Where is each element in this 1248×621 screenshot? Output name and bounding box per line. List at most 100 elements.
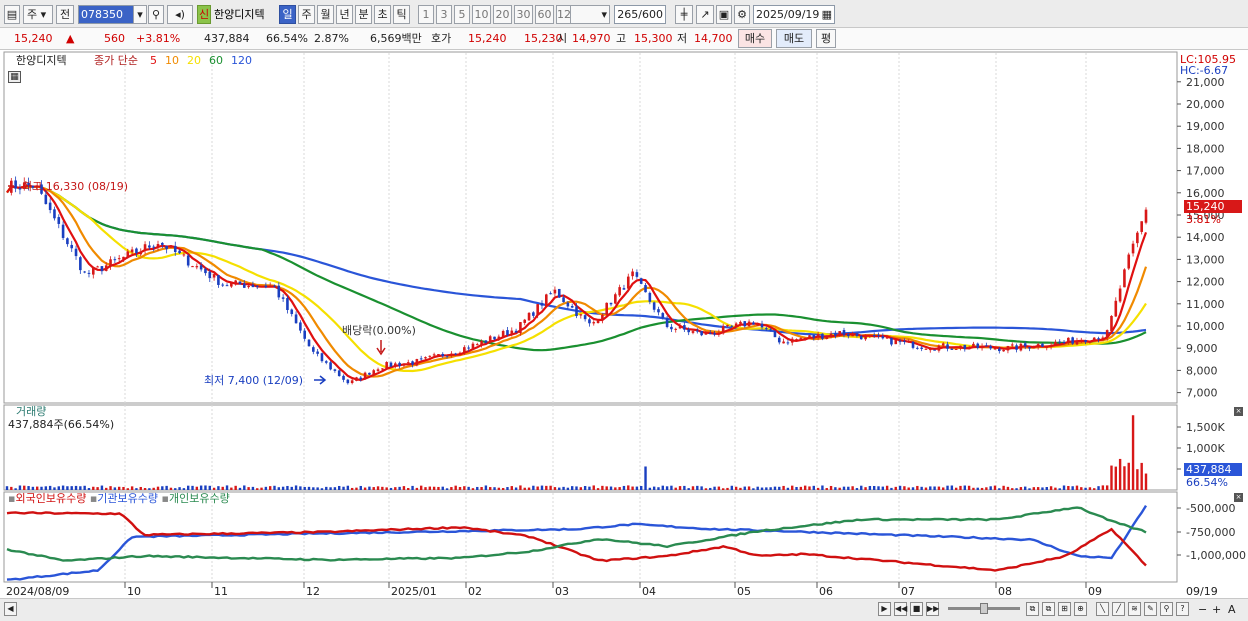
sell-button[interactable]: 매도 bbox=[776, 29, 812, 48]
prev-button[interactable]: 전 bbox=[56, 5, 74, 24]
candle-body bbox=[842, 330, 846, 335]
interval-60-button[interactable]: 60 bbox=[535, 5, 554, 24]
drawing-tool-icon[interactable]: ↗ bbox=[696, 5, 714, 24]
volume-bar bbox=[48, 485, 52, 490]
candle-body bbox=[506, 330, 509, 336]
volume-bar bbox=[721, 488, 725, 490]
candle-body bbox=[527, 312, 531, 321]
stock-code-input[interactable]: 078350 bbox=[78, 5, 136, 24]
volume-bar bbox=[143, 488, 147, 490]
zoom-slider-handle[interactable] bbox=[980, 603, 988, 614]
average-button[interactable]: 평 bbox=[816, 29, 836, 48]
period-type-select[interactable]: 주 ▾ bbox=[23, 5, 53, 24]
interval-20-button[interactable]: 20 bbox=[493, 5, 512, 24]
volume-bar bbox=[1123, 466, 1126, 490]
overlay-icon[interactable]: ⧉ bbox=[1042, 602, 1055, 616]
info-icon[interactable]: ? bbox=[1176, 602, 1189, 616]
save-icon[interactable]: ▣ bbox=[716, 5, 732, 24]
volume-bar bbox=[937, 486, 941, 490]
period-3-button[interactable]: 년 bbox=[336, 5, 353, 24]
volume-bar bbox=[251, 486, 255, 490]
candle-body bbox=[303, 330, 306, 339]
candle-body bbox=[609, 302, 613, 305]
interval-1-button[interactable]: 1 bbox=[418, 5, 434, 24]
search-icon[interactable]: ⚲ bbox=[148, 5, 164, 24]
volume-bar bbox=[165, 485, 168, 490]
volume-bar bbox=[1023, 486, 1027, 490]
volume-bar bbox=[1105, 485, 1109, 490]
rewind-icon[interactable]: ◀◀ bbox=[894, 602, 907, 616]
stop-icon[interactable]: ■ bbox=[910, 602, 923, 616]
candle-type-icon[interactable]: ╪ bbox=[675, 5, 693, 24]
calendar-icon[interactable]: ▦ bbox=[822, 6, 832, 23]
period-5-button[interactable]: 초 bbox=[374, 5, 391, 24]
code-dropdown-icon[interactable]: ▾ bbox=[133, 5, 147, 24]
volume-bar bbox=[1093, 488, 1096, 490]
interval-3-button[interactable]: 3 bbox=[436, 5, 452, 24]
candle-body bbox=[355, 377, 358, 381]
volume-bar bbox=[458, 486, 462, 490]
data-count-field[interactable]: 265/600 bbox=[614, 5, 666, 24]
candle-body bbox=[933, 349, 936, 351]
x-axis-last-date: 09/19 bbox=[1186, 585, 1218, 598]
volume-bar bbox=[752, 488, 755, 490]
volume-bar bbox=[312, 487, 315, 490]
volume-bar bbox=[14, 488, 17, 490]
candle-body bbox=[803, 337, 807, 340]
edit-tool-icon[interactable]: ✎ bbox=[1144, 602, 1157, 616]
period-2-button[interactable]: 월 bbox=[317, 5, 334, 24]
candle-body bbox=[786, 342, 790, 344]
fit-icon[interactable]: ⊞ bbox=[1058, 602, 1071, 616]
candle-body bbox=[596, 320, 600, 323]
candle-body bbox=[83, 271, 86, 273]
y-tick-label: 8,000 bbox=[1186, 364, 1218, 377]
crosshair-icon[interactable]: ⊕ bbox=[1074, 602, 1087, 616]
fib-tool-icon[interactable]: ≋ bbox=[1128, 602, 1141, 616]
gear-icon[interactable]: ⚙ bbox=[734, 5, 750, 24]
scroll-left-icon[interactable]: ◀ bbox=[4, 602, 17, 616]
layout-icon[interactable]: ⧉ bbox=[1026, 602, 1039, 616]
font-size-icon[interactable]: A bbox=[1228, 603, 1236, 616]
volume-bar bbox=[264, 486, 268, 490]
candle-body bbox=[1114, 300, 1118, 317]
period-1-button[interactable]: 주 bbox=[298, 5, 315, 24]
volume-bar bbox=[1136, 469, 1139, 490]
candle-body bbox=[385, 362, 388, 369]
search-icon[interactable]: ⚲ bbox=[1160, 602, 1173, 616]
candle-body bbox=[186, 255, 190, 266]
close-icon[interactable]: × bbox=[1234, 493, 1243, 502]
ma-60-legend: 60 bbox=[209, 54, 223, 67]
zoom-in-icon[interactable]: + bbox=[1212, 603, 1221, 616]
candle-body bbox=[1105, 330, 1109, 338]
x-tick-label: 04 bbox=[642, 585, 656, 598]
scroll-right-icon[interactable]: ▶ bbox=[878, 602, 891, 616]
data-table-icon[interactable]: ▦ bbox=[8, 71, 21, 83]
chart-area[interactable]: 21,00020,00019,00018,00017,00016,00015,0… bbox=[0, 50, 1248, 598]
candle-body bbox=[113, 259, 117, 261]
period-0-button[interactable]: 일 bbox=[279, 5, 296, 24]
candle-body bbox=[1084, 340, 1087, 343]
close-icon[interactable]: × bbox=[1234, 407, 1243, 416]
candle-body bbox=[985, 345, 988, 347]
volume-bar bbox=[954, 487, 958, 490]
volume-bar bbox=[450, 487, 453, 490]
buy-button[interactable]: 매수 bbox=[738, 29, 772, 48]
date-field[interactable]: 2025/09/19 ▦ bbox=[753, 5, 835, 24]
volume-bar bbox=[346, 485, 350, 490]
trend-tool-icon[interactable]: ╱ bbox=[1112, 602, 1125, 616]
period-6-button[interactable]: 틱 bbox=[393, 5, 410, 24]
volume-bar bbox=[338, 485, 341, 490]
volume-bar bbox=[83, 485, 86, 490]
candle-body bbox=[1002, 349, 1005, 352]
period-4-button[interactable]: 분 bbox=[355, 5, 372, 24]
fast-forward-icon[interactable]: ▶▶ bbox=[926, 602, 939, 616]
interval-10-button[interactable]: 10 bbox=[472, 5, 491, 24]
interval-custom-select[interactable]: ▾ bbox=[570, 5, 610, 24]
volume-bar bbox=[1045, 487, 1048, 490]
speaker-icon[interactable]: ◂) bbox=[167, 5, 193, 24]
window-menu-icon[interactable]: ▤ bbox=[4, 5, 20, 24]
interval-30-button[interactable]: 30 bbox=[514, 5, 533, 24]
line-tool-icon[interactable]: ╲ bbox=[1096, 602, 1109, 616]
interval-5-button[interactable]: 5 bbox=[454, 5, 470, 24]
zoom-out-icon[interactable]: − bbox=[1198, 603, 1207, 616]
